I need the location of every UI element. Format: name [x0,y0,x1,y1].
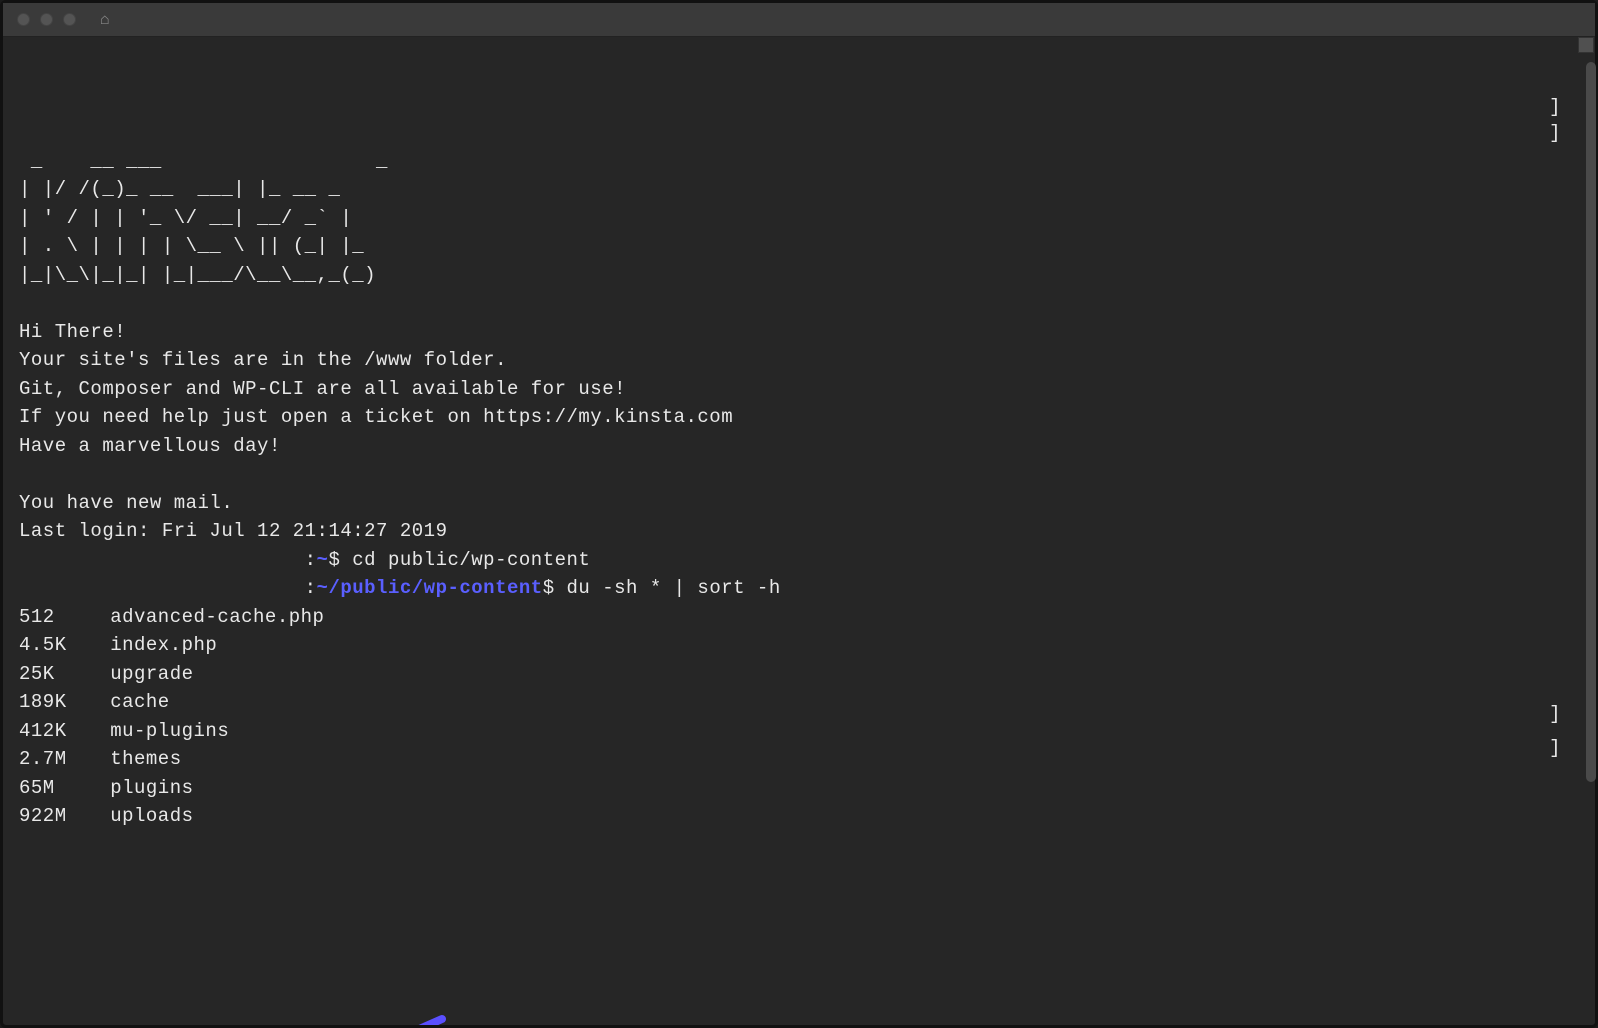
wrap-bracket: ] [1549,734,1561,763]
du-size: 189K [19,688,110,717]
motd-line: If you need help just open a ticket on h… [19,406,733,428]
home-icon[interactable]: ⌂ [100,11,110,29]
scroll-track-icon[interactable] [1578,37,1594,53]
minimize-icon[interactable] [40,13,53,26]
du-filename: plugins [110,777,193,799]
prompt-line-1: :~$ cd public/wp-content [19,549,590,571]
du-row: 922Muploads [19,805,194,827]
motd-line: Have a marvellous day! [19,435,281,457]
du-row: 189Kcache [19,691,170,713]
prompt-line-2: :~/public/wp-content$ du -sh * | sort -h [19,577,781,599]
du-filename: advanced-cache.php [110,606,324,628]
du-size: 25K [19,660,110,689]
du-row: 2.7Mthemes [19,748,182,770]
motd-line: Hi There! [19,321,126,343]
du-filename: mu-plugins [110,720,229,742]
du-size: 512 [19,603,110,632]
terminal-window: ⌂ ] ] _ __ ___ _ | |/ /(_)_ __ ___| |_ _… [0,0,1598,1028]
du-size: 4.5K [19,631,110,660]
terminal-viewport[interactable]: ] ] _ __ ___ _ | |/ /(_)_ __ ___| |_ __ … [3,37,1595,1025]
du-row: 4.5Kindex.php [19,634,217,656]
du-size: 412K [19,717,110,746]
du-size: 65M [19,774,110,803]
mail-notice: You have new mail. [19,492,233,514]
maximize-icon[interactable] [63,13,76,26]
command-text: du -sh * | sort -h [567,577,781,599]
scrollbar-thumb[interactable] [1586,62,1596,782]
motd-line: Your site's files are in the /www folder… [19,349,507,371]
du-size: 2.7M [19,745,110,774]
wrap-bracket: ] [1549,700,1561,729]
du-row: 25Kupgrade [19,663,194,685]
motd-line: Git, Composer and WP-CLI are all availab… [19,378,626,400]
du-filename: upgrade [110,663,193,685]
wrap-bracket: ] [1549,93,1561,122]
du-filename: themes [110,748,181,770]
ascii-art-logo: _ __ ___ _ | |/ /(_)_ __ ___| |_ __ _ | … [19,150,543,286]
close-icon[interactable] [17,13,30,26]
du-filename: uploads [110,805,193,827]
window-titlebar[interactable]: ⌂ [3,3,1595,37]
prompt-path: ~ [317,549,329,571]
du-row: 412Kmu-plugins [19,720,229,742]
du-filename: index.php [110,634,217,656]
du-row: 65Mplugins [19,777,194,799]
arrow-annotation-icon [257,957,457,1025]
du-size: 922M [19,802,110,831]
prompt-path: ~/public/wp-content [317,577,543,599]
command-text: cd public/wp-content [352,549,590,571]
last-login: Last login: Fri Jul 12 21:14:27 2019 [19,520,447,542]
du-row: 512advanced-cache.php [19,606,324,628]
wrap-bracket: ] [1549,119,1561,148]
du-filename: cache [110,691,170,713]
